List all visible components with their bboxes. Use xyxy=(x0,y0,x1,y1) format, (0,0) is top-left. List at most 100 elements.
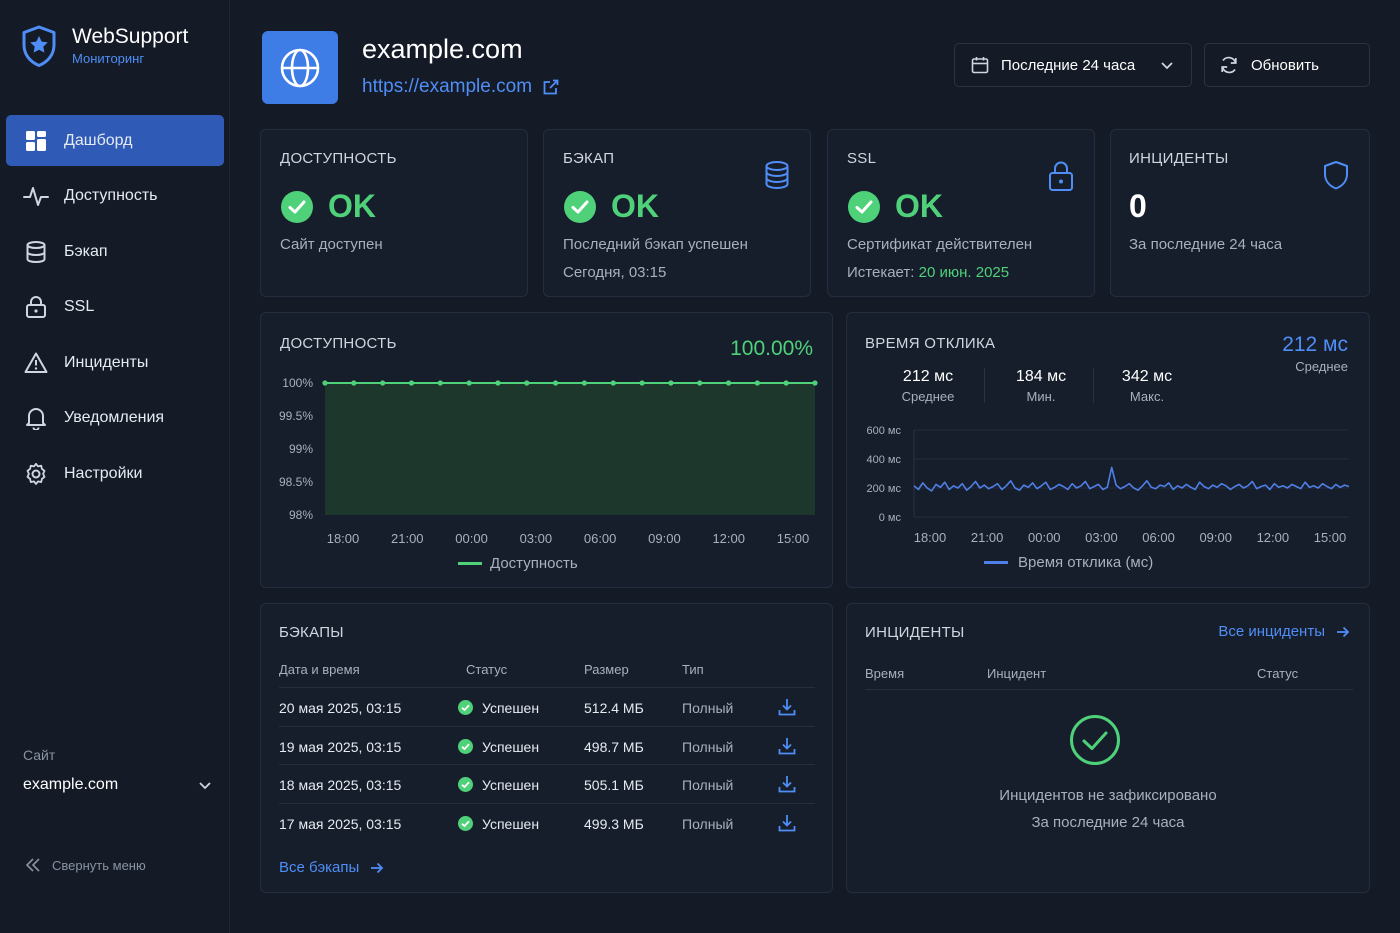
sidebar-item-ssl[interactable]: SSL xyxy=(6,282,224,333)
x-tick-label: 21:00 xyxy=(971,530,1004,545)
backup-date: 20 мая 2025, 03:15 xyxy=(279,700,402,716)
column-header: Дата и время xyxy=(279,662,360,677)
x-tick-label: 18:00 xyxy=(327,531,360,546)
site-select[interactable]: example.com xyxy=(23,772,213,798)
refresh-button[interactable]: Обновить xyxy=(1204,43,1370,87)
availability-point xyxy=(812,380,818,386)
double-chevron-left-icon xyxy=(24,857,52,873)
backup-type: Полный xyxy=(682,777,734,793)
divider xyxy=(1093,368,1094,403)
backup-status: Успешен xyxy=(482,777,540,793)
shield-logo-icon xyxy=(20,24,58,68)
ssl-status-card: SSL OK Сертификат действителен Истекает:… xyxy=(827,129,1095,297)
legend-swatch xyxy=(458,562,482,565)
calendar-icon xyxy=(971,56,989,74)
ssl-expiry: Истекает: 20 июн. 2025 xyxy=(847,264,1009,281)
column-header: Тип xyxy=(682,662,704,677)
dashboard-icon xyxy=(23,128,49,154)
sidebar-item-settings[interactable]: Настройки xyxy=(6,448,224,499)
status-description: За последние 24 часа xyxy=(1129,236,1283,253)
arrow-right-icon xyxy=(359,861,385,875)
response-time-average-label: Среднее xyxy=(1295,359,1348,374)
incidents-status-card: ИНЦИДЕНТЫ 0 За последние 24 часа xyxy=(1110,129,1370,297)
x-tick-label: 06:00 xyxy=(584,531,617,546)
sidebar-item-availability[interactable]: Доступность xyxy=(6,171,224,222)
availability-status-card: ДОСТУПНОСТЬ OK Сайт доступен xyxy=(260,129,528,297)
y-tick-label: 99.5% xyxy=(279,409,313,423)
backup-time: Сегодня, 03:15 xyxy=(563,264,667,281)
download-icon[interactable] xyxy=(777,813,797,833)
download-icon[interactable] xyxy=(777,736,797,756)
sidebar-item-incidents[interactable]: Инциденты xyxy=(6,337,224,388)
table-row: 19 мая 2025, 03:15 Успешен 498.7 МБ Полн… xyxy=(279,725,815,765)
ssl-status: OK xyxy=(847,188,943,225)
response-stat: 184 мс Мин. xyxy=(996,368,1086,404)
legend-label: Время отклика (мс) xyxy=(1018,554,1154,571)
divider xyxy=(984,368,985,403)
card-title: SSL xyxy=(847,150,877,167)
y-tick-label: 100% xyxy=(282,376,313,390)
availability-status: OK xyxy=(280,188,376,225)
chart-title: ДОСТУПНОСТЬ xyxy=(280,335,397,352)
availability-point xyxy=(725,380,732,386)
collapse-menu-button[interactable]: Свернуть меню xyxy=(24,857,146,873)
x-tick-label: 15:00 xyxy=(777,531,810,546)
all-incidents-link[interactable]: Все инциденты xyxy=(1218,623,1351,640)
sidebar-item-backup[interactable]: Бэкап xyxy=(6,226,224,277)
app-subtitle: Мониторинг xyxy=(72,51,145,66)
response-stat: 342 мс Макс. xyxy=(1102,368,1192,404)
x-tick-label: 21:00 xyxy=(391,531,424,546)
y-tick-label: 99% xyxy=(289,442,313,456)
sidebar-item-label: Бэкап xyxy=(64,242,108,260)
availability-point xyxy=(524,380,530,386)
backup-type: Полный xyxy=(682,700,734,716)
availability-point xyxy=(581,380,588,386)
time-range-select[interactable]: Последние 24 часа xyxy=(954,43,1192,87)
database-icon xyxy=(764,160,790,190)
check-circle-icon xyxy=(458,700,473,715)
response-stat-label: Макс. xyxy=(1129,389,1165,404)
response-stat-label: Мин. xyxy=(1026,389,1056,404)
response-stat-value: 342 мс xyxy=(1121,368,1173,385)
availability-point xyxy=(783,380,789,386)
x-tick-label: 03:00 xyxy=(520,531,553,546)
availability-point xyxy=(697,380,703,386)
x-tick-label: 09:00 xyxy=(1199,530,1232,545)
sidebar-item-label: SSL xyxy=(64,298,95,315)
sidebar-item-label: Инциденты xyxy=(64,353,149,371)
shield-icon xyxy=(1323,160,1349,190)
all-backups-label: Все бэкапы xyxy=(279,859,360,876)
chevron-down-icon xyxy=(1159,57,1175,73)
pulse-icon xyxy=(23,183,49,209)
y-tick-label: 600 мс xyxy=(867,425,902,437)
site-url-link[interactable]: https://example.com xyxy=(362,76,560,98)
backup-size: 512.4 МБ xyxy=(584,700,644,716)
divider xyxy=(865,689,1353,690)
card-title: БЭКАПЫ xyxy=(279,624,344,641)
availability-point xyxy=(610,380,616,386)
availability-point xyxy=(437,380,443,386)
sidebar-nav: Дашборд Доступность Бэкап SSL Инциденты xyxy=(6,115,224,504)
table-row: 20 мая 2025, 03:15 Успешен 512.4 МБ Полн… xyxy=(279,687,815,726)
status-text: OK xyxy=(895,188,943,224)
card-title: ДОСТУПНОСТЬ xyxy=(280,150,397,167)
download-icon[interactable] xyxy=(777,697,797,717)
x-tick-label: 18:00 xyxy=(914,530,947,545)
y-tick-label: 98.5% xyxy=(279,475,313,489)
download-icon[interactable] xyxy=(777,774,797,794)
status-description: Последний бэкап успешен xyxy=(563,236,748,253)
x-tick-label: 03:00 xyxy=(1085,530,1118,545)
backup-status-card: БЭКАП OK Последний бэкап успешен Сегодня… xyxy=(543,129,811,297)
refresh-icon xyxy=(1219,55,1239,75)
sidebar-item-dashboard[interactable]: Дашборд xyxy=(6,115,224,166)
sidebar-item-notifications[interactable]: Уведомления xyxy=(6,393,224,444)
backup-date: 18 мая 2025, 03:15 xyxy=(279,777,402,793)
card-title: ИНЦИДЕНТЫ xyxy=(865,624,965,641)
backup-date: 17 мая 2025, 03:15 xyxy=(279,815,402,832)
app-logo[interactable]: WebSupport Мониторинг xyxy=(20,24,188,68)
all-backups-link[interactable]: Все бэкапы xyxy=(279,859,385,876)
warning-icon xyxy=(23,350,49,376)
table-row: 17 мая 2025, 03:15 Успешен 499.3 МБ Полн… xyxy=(279,802,815,842)
site-url-text: https://example.com xyxy=(362,76,533,97)
check-circle-icon xyxy=(458,815,473,831)
